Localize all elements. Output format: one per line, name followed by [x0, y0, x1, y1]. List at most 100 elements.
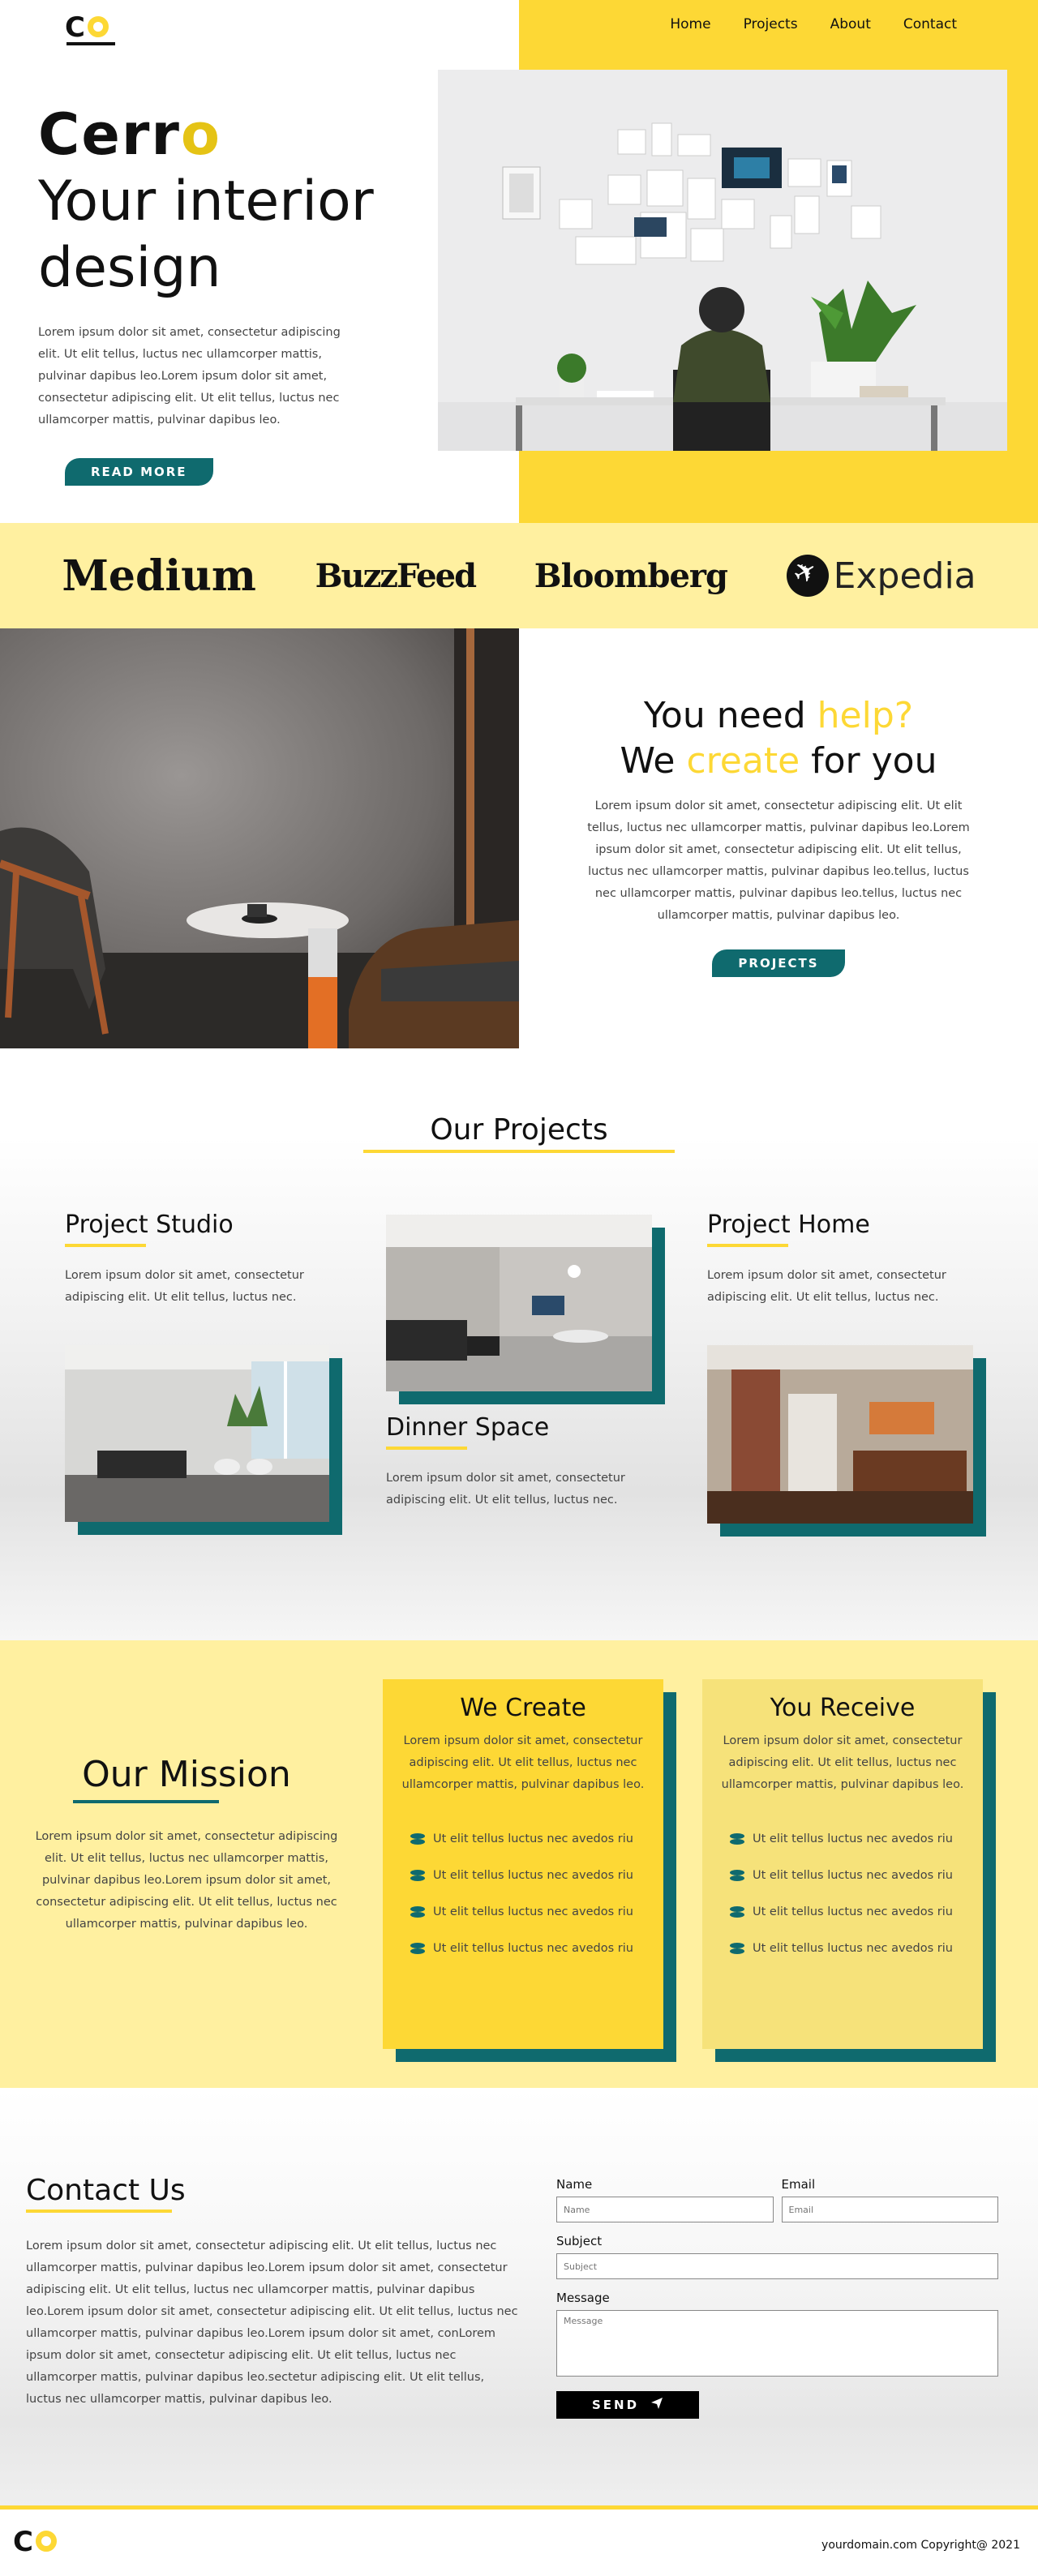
help-line2-end: for you [800, 740, 937, 782]
tagline-line1: Your interior [38, 169, 374, 234]
contact-title-underline [26, 2210, 172, 2213]
logo-expedia: Expedia [786, 555, 976, 597]
studio-photo [65, 1345, 329, 1522]
list-item: Ut elit tellus luctus nec avedos riu [410, 1820, 646, 1857]
help-section: You need help? We create for you Lorem i… [0, 628, 1038, 1048]
coins-icon [730, 1869, 744, 1881]
logo-letter: C [13, 2526, 33, 2558]
logo-ring [36, 2531, 57, 2552]
you-receive-list: Ut elit tellus luctus nec avedos riu Ut … [720, 1820, 965, 1966]
subject-label: Subject [556, 2234, 603, 2248]
expedia-text: Expedia [833, 555, 976, 597]
mission-text: Lorem ipsum dolor sit amet, consectetur … [35, 1830, 338, 1931]
we-create-title: We Create [460, 1694, 586, 1722]
help-content: You need help? We create for you Lorem i… [584, 693, 973, 977]
list-item: Ut elit tellus luctus nec avedos riu [410, 1930, 646, 1966]
brand-accent: o [180, 101, 221, 168]
hero-heading: Cerro Your interior design [38, 101, 374, 302]
list-item-text: Ut elit tellus luctus nec avedos riu [753, 1941, 953, 1955]
we-create-body: We Create Lorem ipsum dolor sit amet, co… [383, 1679, 663, 2049]
email-label: Email [781, 2177, 816, 2192]
project-home-card: Project Home Lorem ipsum dolor sit amet,… [707, 1211, 983, 1309]
you-receive-body: You Receive Lorem ipsum dolor sit amet, … [702, 1679, 983, 2049]
coins-icon [730, 1942, 744, 1954]
subject-group: Subject [556, 2234, 998, 2279]
project-dinner-title[interactable]: Dinner Space [386, 1413, 662, 1442]
email-input[interactable] [781, 2197, 998, 2222]
brand-main: Cerr [38, 101, 181, 168]
we-create-list: Ut elit tellus luctus nec avedos riu Ut … [401, 1820, 646, 1966]
project-studio-title[interactable]: Project Studio [65, 1211, 341, 1239]
site-logo[interactable]: C [65, 11, 117, 45]
list-item-text: Ut elit tellus luctus nec avedos riu [753, 1905, 953, 1918]
partner-logos: Medium BuzzFeed Bloomberg Expedia [0, 523, 1038, 628]
list-item: Ut elit tellus luctus nec avedos riu [730, 1930, 965, 1966]
project-studio-underline [65, 1244, 146, 1247]
read-more-button[interactable]: READ MORE [65, 458, 213, 486]
list-item-text: Ut elit tellus luctus nec avedos riu [753, 1832, 953, 1845]
mission-title: Our Mission [82, 1754, 291, 1795]
coins-icon [410, 1869, 425, 1881]
logo-buzzfeed: BuzzFeed [315, 556, 477, 595]
help-text: Lorem ipsum dolor sit amet, consectetur … [587, 799, 970, 922]
list-item: Ut elit tellus luctus nec avedos riu [730, 1857, 965, 1893]
send-label: SEND [591, 2398, 640, 2412]
nav-about[interactable]: About [830, 16, 871, 32]
list-item: Ut elit tellus luctus nec avedos riu [730, 1893, 965, 1930]
project-studio-card: Project Studio Lorem ipsum dolor sit ame… [65, 1211, 341, 1309]
help-line1: You need [643, 695, 817, 736]
hero-text: Lorem ipsum dolor sit amet, consectetur … [38, 326, 341, 426]
main-nav: Home Projects About Contact [670, 16, 957, 32]
contact-form: Name Email Subject Message SEND [556, 2177, 998, 2419]
brand-name: Cerro [38, 101, 374, 169]
project-home-underline [707, 1244, 788, 1247]
message-input[interactable] [556, 2310, 998, 2377]
projects-title-underline [363, 1150, 675, 1153]
subject-input[interactable] [556, 2253, 998, 2279]
name-group: Name [556, 2177, 774, 2222]
project-dinner-underline [386, 1447, 467, 1450]
logo-medium: Medium [62, 551, 256, 601]
dinner-photo [386, 1215, 652, 1391]
project-home-image[interactable] [707, 1345, 986, 1537]
message-group: Message [556, 2291, 998, 2380]
send-button[interactable]: SEND [556, 2391, 699, 2419]
you-receive-text: Lorem ipsum dolor sit amet, consectetur … [721, 1734, 964, 1791]
nav-contact[interactable]: Contact [903, 16, 957, 32]
email-group: Email [781, 2177, 998, 2222]
expedia-plane-icon [786, 555, 829, 597]
project-dinner-card: Dinner Space Lorem ipsum dolor sit amet,… [386, 1413, 662, 1511]
nav-projects[interactable]: Projects [744, 16, 798, 32]
project-dinner-image[interactable] [386, 1215, 665, 1404]
copyright-text: yourdomain.com Copyright@ 2021 [821, 2539, 1020, 2552]
coins-icon [730, 1905, 744, 1918]
help-line2: We [620, 740, 687, 782]
mission-intro: Our Mission Lorem ipsum dolor sit amet, … [24, 1754, 349, 1935]
help-accent-create: create [686, 740, 800, 782]
we-create-card: We Create Lorem ipsum dolor sit amet, co… [383, 1679, 676, 2062]
you-receive-title: You Receive [770, 1694, 916, 1722]
message-label: Message [556, 2291, 610, 2305]
logo-ring [88, 16, 109, 37]
projects-button[interactable]: PROJECTS [712, 949, 845, 977]
project-home-title[interactable]: Project Home [707, 1211, 983, 1239]
list-item-text: Ut elit tellus luctus nec avedos riu [433, 1832, 633, 1845]
logo-letter: C [65, 11, 85, 44]
you-receive-card: You Receive Lorem ipsum dolor sit amet, … [702, 1679, 996, 2062]
coins-icon [730, 1832, 744, 1845]
contact-text: Lorem ipsum dolor sit amet, consectetur … [26, 2240, 518, 2406]
home-photo [707, 1345, 973, 1524]
list-item-text: Ut elit tellus luctus nec avedos riu [433, 1941, 633, 1955]
logo-bloomberg: Bloomberg [534, 556, 728, 595]
help-heading: You need help? We create for you [584, 693, 973, 784]
nav-home[interactable]: Home [670, 16, 710, 32]
project-studio-image[interactable] [65, 1345, 342, 1535]
list-item-text: Ut elit tellus luctus nec avedos riu [753, 1868, 953, 1882]
name-input[interactable] [556, 2197, 774, 2222]
logo-underline [66, 42, 115, 45]
list-item-text: Ut elit tellus luctus nec avedos riu [433, 1868, 633, 1882]
footer-logo[interactable]: C [13, 2526, 65, 2558]
project-dinner-text: Lorem ipsum dolor sit amet, consectetur … [386, 1472, 625, 1507]
project-studio-text: Lorem ipsum dolor sit amet, consectetur … [65, 1269, 304, 1304]
mission-title-underline [73, 1800, 219, 1803]
